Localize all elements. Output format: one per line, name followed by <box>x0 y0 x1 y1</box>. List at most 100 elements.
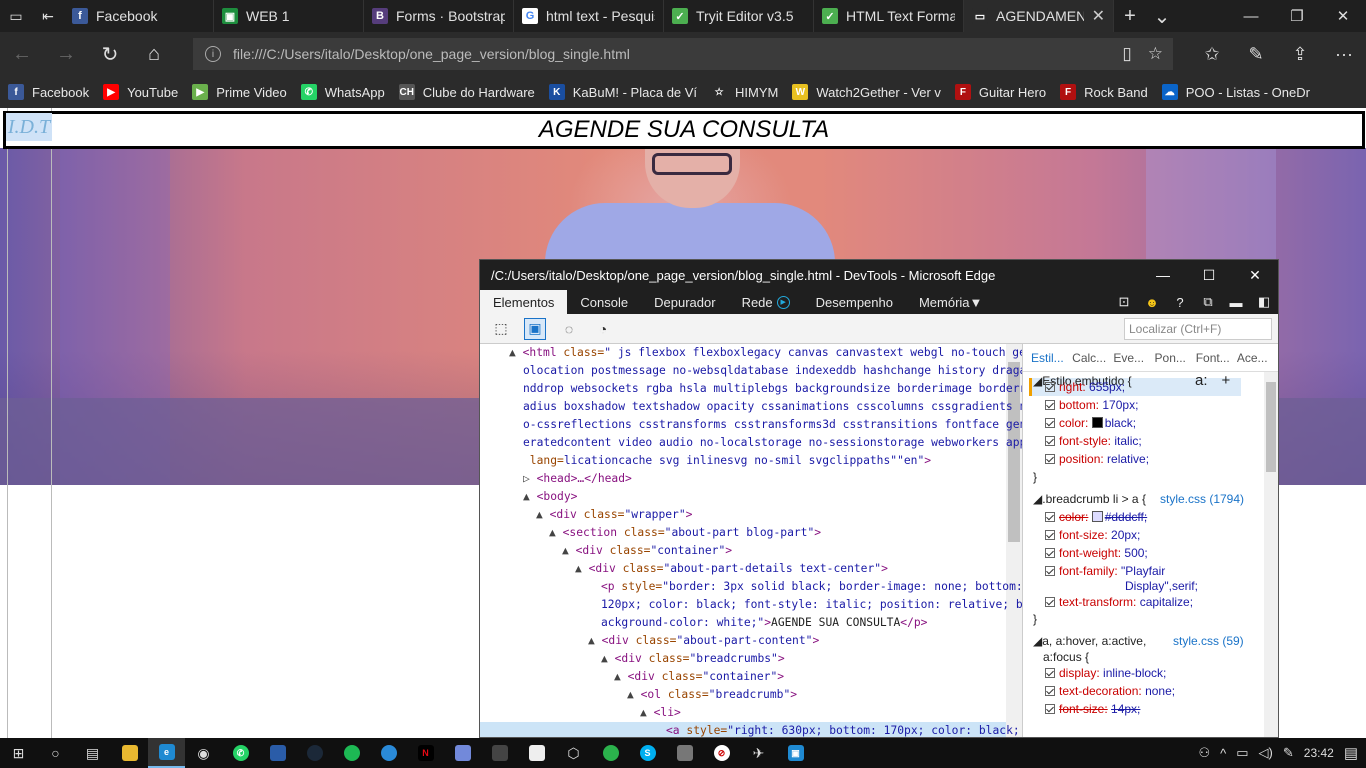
favorite-link[interactable]: CH Clube do Hardware <box>398 84 543 100</box>
file-explorer-icon[interactable] <box>111 738 148 768</box>
toggle-class-icon[interactable]: a: <box>1195 372 1208 389</box>
style-declaration[interactable]: position: relative; <box>1045 452 1149 466</box>
favorite-link[interactable]: ☁ POO - Listas - OneDr <box>1161 84 1318 100</box>
dom-node-line[interactable]: ▲ <div class="container"> <box>614 668 784 686</box>
refresh-dom-icon[interactable]: ◔ <box>592 318 614 340</box>
style-declaration[interactable]: text-decoration: none; <box>1045 684 1175 698</box>
more-menu-icon[interactable]: ··· <box>1322 32 1366 76</box>
dom-node-line[interactable]: ▲ <body> <box>523 488 577 506</box>
browser-tab[interactable]: B Forms · Bootstrap <box>364 0 514 32</box>
app4-taskbar-icon[interactable] <box>592 738 629 768</box>
console-drawer-icon[interactable]: ⊡ <box>1114 294 1134 310</box>
style-declaration[interactable]: text-transform: capitalize; <box>1045 595 1193 609</box>
discord-icon[interactable] <box>444 738 481 768</box>
refresh-button[interactable]: ↻ <box>88 32 132 76</box>
favorite-link[interactable]: W Watch2Gether - Ver v <box>792 84 949 100</box>
favorite-link[interactable]: K KaBuM! - Placa de Ví <box>548 84 705 100</box>
task-view-icon[interactable]: ▤ <box>74 738 111 768</box>
share-icon[interactable]: ⇪ <box>1278 32 1322 76</box>
app2-taskbar-icon[interactable] <box>370 738 407 768</box>
minimize-button[interactable]: — <box>1228 0 1274 32</box>
favorite-star-icon[interactable]: ☆ <box>1148 44 1163 64</box>
steam-icon[interactable] <box>296 738 333 768</box>
browser-tab[interactable]: Ghtml text - Pesquis <box>514 0 664 32</box>
declaration-checkbox[interactable] <box>1045 418 1055 428</box>
styles-subtab[interactable]: Font... <box>1196 351 1237 365</box>
dom-node-line[interactable]: ▲ <html class=" js flexbox flexboxlegacy… <box>509 344 1022 362</box>
highlight-element-icon[interactable]: ▣ <box>524 317 546 340</box>
find-input[interactable]: Localizar (Ctrl+F) <box>1124 318 1272 340</box>
favorite-link[interactable]: F Rock Band <box>1060 84 1156 100</box>
styles-subtab[interactable]: Pon... <box>1155 351 1196 365</box>
dom-node-line[interactable]: o-cssreflections csstransforms csstransf… <box>523 416 1022 434</box>
dom-node-line[interactable]: <a style="right: 630px; bottom: 170px; c… <box>480 722 1020 737</box>
favorites-hub-icon[interactable]: ✩ <box>1190 32 1234 76</box>
set-aside-tabs-icon[interactable]: ⇤ <box>32 0 64 32</box>
declaration-checkbox[interactable] <box>1045 382 1055 392</box>
devtools-tab[interactable]: Memória ▼ <box>906 290 995 314</box>
cortana-search-icon[interactable]: ○ <box>37 738 74 768</box>
browser-tab[interactable]: ▭ AGENDAMENT ✕ <box>964 0 1114 32</box>
declaration-checkbox[interactable] <box>1045 548 1055 558</box>
style-declaration[interactable]: font-family: "Playfair <box>1045 564 1165 578</box>
dom-node-line[interactable]: 120px; color: black; font-style: italic;… <box>601 596 1022 614</box>
volume-icon[interactable]: ◁) <box>1259 745 1273 761</box>
skype-icon[interactable]: S <box>629 738 666 768</box>
style-declaration[interactable]: font-style: italic; <box>1045 434 1142 448</box>
close-window-button[interactable]: ✕ <box>1320 0 1366 32</box>
dom-node-line[interactable]: ▲ <div class="about-part-content"> <box>588 632 819 650</box>
declaration-checkbox[interactable] <box>1045 686 1055 696</box>
declaration-checkbox[interactable] <box>1045 668 1055 678</box>
emulation-icon[interactable]: ⧉ <box>1198 294 1218 310</box>
dom-node-line[interactable]: ▲ <div class="breadcrumbs"> <box>601 650 785 668</box>
styles-scrollbar[interactable] <box>1264 372 1278 737</box>
dom-node-line[interactable]: ▷ <head>…</head> <box>523 470 632 488</box>
app-taskbar-icon[interactable] <box>259 738 296 768</box>
network-icon[interactable]: ▭ <box>1236 745 1248 761</box>
devtools-minimize-button[interactable]: — <box>1140 260 1186 290</box>
back-button[interactable]: ← <box>0 32 44 76</box>
tab-preview-chevron-icon[interactable]: ⌄ <box>1146 0 1178 32</box>
favorite-link[interactable]: ▶ Prime Video <box>192 84 295 100</box>
declaration-checkbox[interactable] <box>1045 512 1055 522</box>
declaration-checkbox[interactable] <box>1045 454 1055 464</box>
browser-tab[interactable]: ▣ WEB 1 <box>214 0 364 32</box>
styles-subtab[interactable]: Calc... <box>1072 351 1113 365</box>
add-rule-icon[interactable]: + <box>1222 372 1231 389</box>
style-declaration[interactable]: color: black; <box>1045 416 1136 430</box>
restore-button[interactable]: ❐ <box>1274 0 1320 32</box>
home-button[interactable]: ⌂ <box>132 32 176 76</box>
address-bar[interactable]: i file:///C:/Users/italo/Desktop/one_pag… <box>193 38 1173 70</box>
declaration-checkbox[interactable] <box>1045 436 1055 446</box>
declaration-checkbox[interactable] <box>1045 704 1055 714</box>
forward-button[interactable]: → <box>44 32 88 76</box>
tray-chevron-icon[interactable]: ^ <box>1220 746 1226 761</box>
rule-source-link[interactable]: style.css (59) <box>1173 634 1244 648</box>
styles-subtab[interactable]: Eve... <box>1113 351 1154 365</box>
notifications-icon[interactable]: ▤ <box>1344 744 1358 762</box>
rule-source-link[interactable]: style.css (1794) <box>1160 492 1244 506</box>
style-declaration[interactable]: font-size: 20px; <box>1045 528 1140 542</box>
style-declaration[interactable]: font-weight: 500; <box>1045 546 1148 560</box>
dom-node-line[interactable]: ▲ <div class="about-part-details text-ce… <box>575 560 888 578</box>
app3-taskbar-icon[interactable] <box>481 738 518 768</box>
devtools-maximize-button[interactable]: ☐ <box>1186 260 1232 290</box>
styles-subtab[interactable]: Estil... <box>1031 351 1072 365</box>
favorite-link[interactable]: f Facebook <box>8 84 97 100</box>
app6-taskbar-icon[interactable]: ✈ <box>740 738 777 768</box>
document-icon[interactable] <box>518 738 555 768</box>
dom-node-line[interactable]: ▲ <ol class="breadcrumb"> <box>627 686 797 704</box>
people-icon[interactable]: ⚇ <box>1198 745 1210 761</box>
dock-bottom-icon[interactable]: ▬ <box>1226 295 1246 310</box>
edge-icon[interactable]: e <box>148 738 185 768</box>
style-declaration[interactable]: display: inline-block; <box>1045 666 1166 680</box>
dom-node-line[interactable]: nddrop websockets rgba hsla multiplebgs … <box>523 380 1022 398</box>
dom-node-line[interactable]: <p style="border: 3px solid black; borde… <box>601 578 1022 596</box>
color-swatch[interactable] <box>1091 511 1103 522</box>
dom-node-line[interactable]: ackground-color: white;">AGENDE SUA CONS… <box>601 614 928 632</box>
reading-view-icon[interactable]: ▯ <box>1122 44 1131 64</box>
close-tab-icon[interactable]: ✕ <box>1092 6 1105 26</box>
app7-taskbar-icon[interactable]: ▣ <box>777 738 814 768</box>
dock-right-icon[interactable]: ◧ <box>1254 294 1274 310</box>
devtools-close-button[interactable]: ✕ <box>1232 260 1278 290</box>
